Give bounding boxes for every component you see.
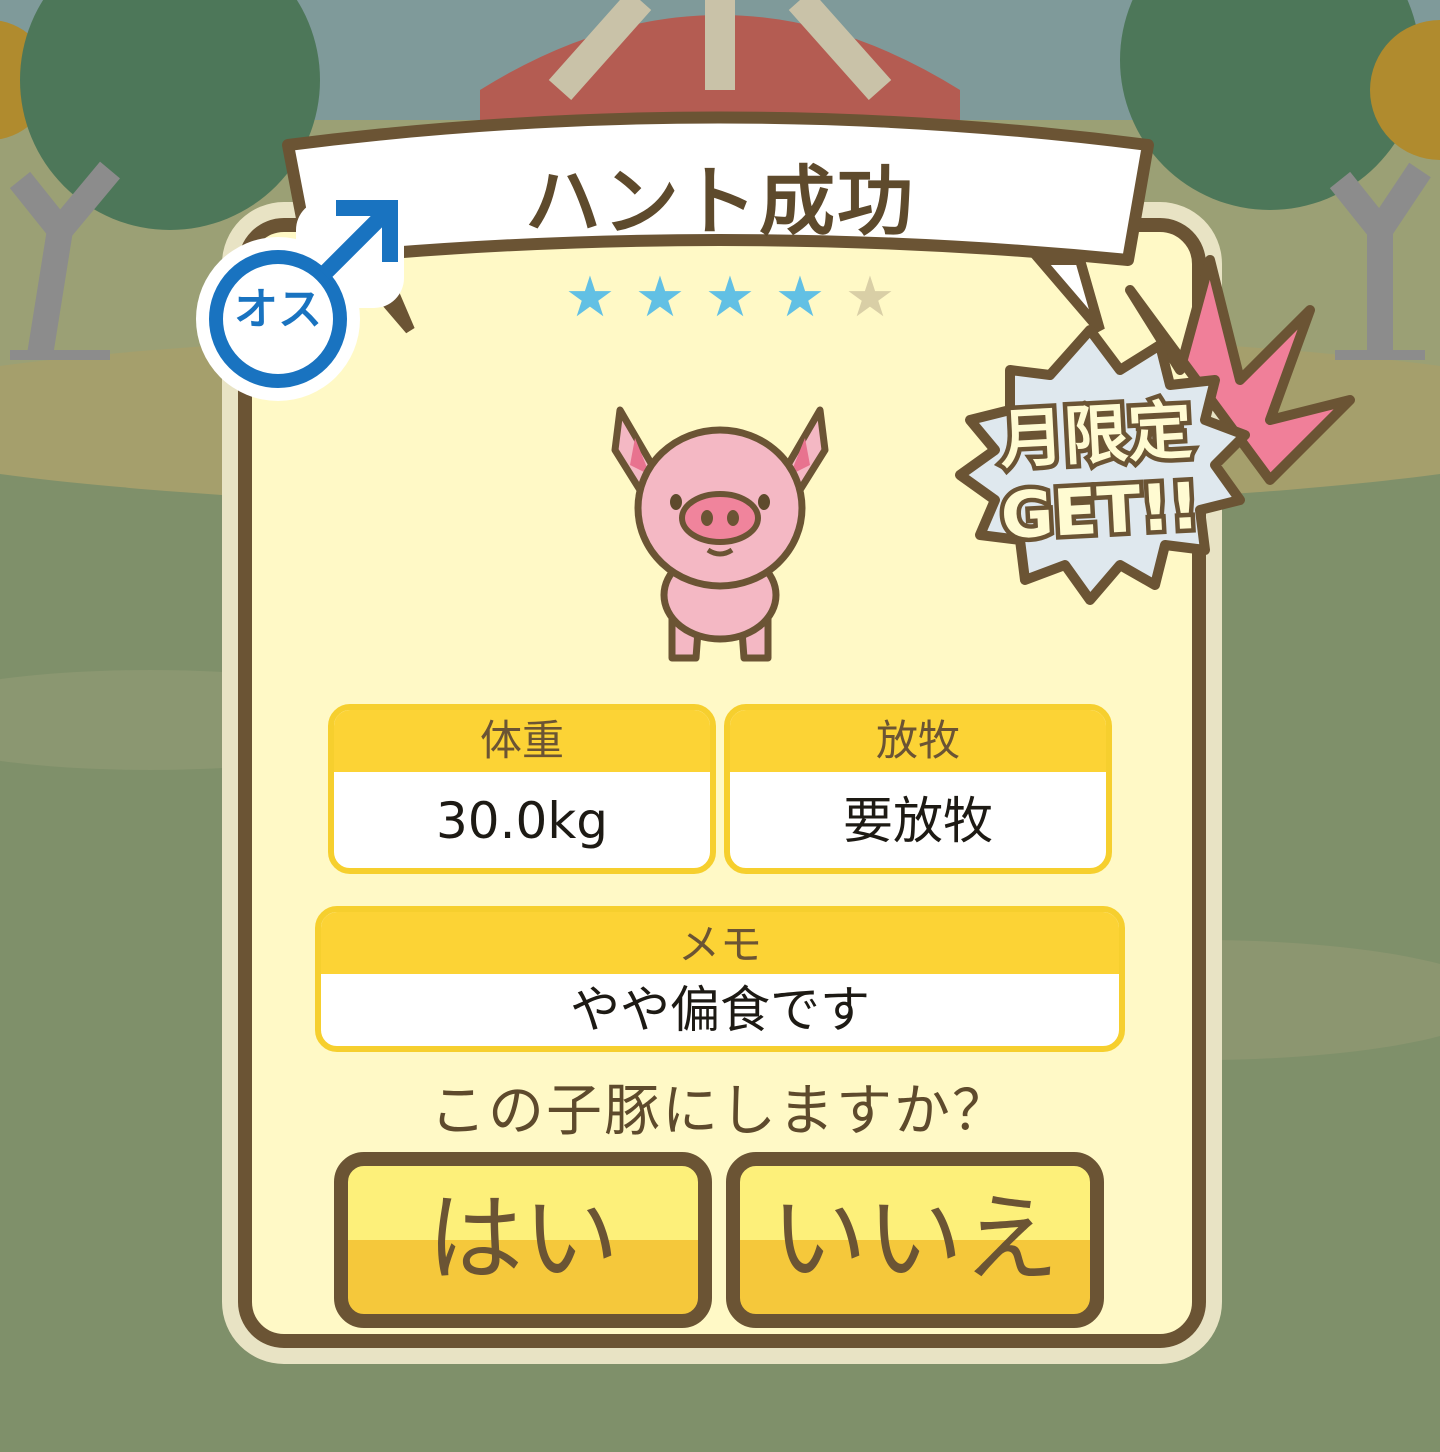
- limited-badge-text: 月限定 GET!!: [944, 390, 1252, 559]
- rarity-stars: ★ ★ ★ ★ ★: [556, 268, 904, 328]
- weight-panel: 体重 30.0kg: [328, 704, 716, 874]
- star-icon: ★: [704, 265, 756, 330]
- yes-button[interactable]: はい: [334, 1152, 712, 1328]
- star-icon: ★: [564, 265, 616, 330]
- confirm-question: この子豚にしますか？: [430, 1079, 1010, 1144]
- piglet-image: [611, 406, 829, 662]
- limited-badge-line2: GET!!: [995, 465, 1206, 558]
- memo-value: やや偏食です: [570, 981, 870, 1039]
- gender-label: オス: [234, 284, 322, 335]
- weight-value: 30.0kg: [435, 792, 609, 850]
- grazing-panel: 放牧 要放牧: [724, 704, 1112, 874]
- page-title: ハント成功: [525, 157, 915, 246]
- grazing-label: 放牧: [730, 710, 1106, 772]
- star-empty-icon: ★: [844, 265, 896, 330]
- memo-label: メモ: [321, 912, 1119, 974]
- memo-panel: メモ やや偏食です: [315, 906, 1125, 1052]
- star-icon: ★: [634, 265, 686, 330]
- grazing-value: 要放牧: [843, 792, 993, 850]
- weight-label: 体重: [334, 710, 710, 772]
- star-icon: ★: [774, 265, 826, 330]
- no-button[interactable]: いいえ: [726, 1152, 1104, 1328]
